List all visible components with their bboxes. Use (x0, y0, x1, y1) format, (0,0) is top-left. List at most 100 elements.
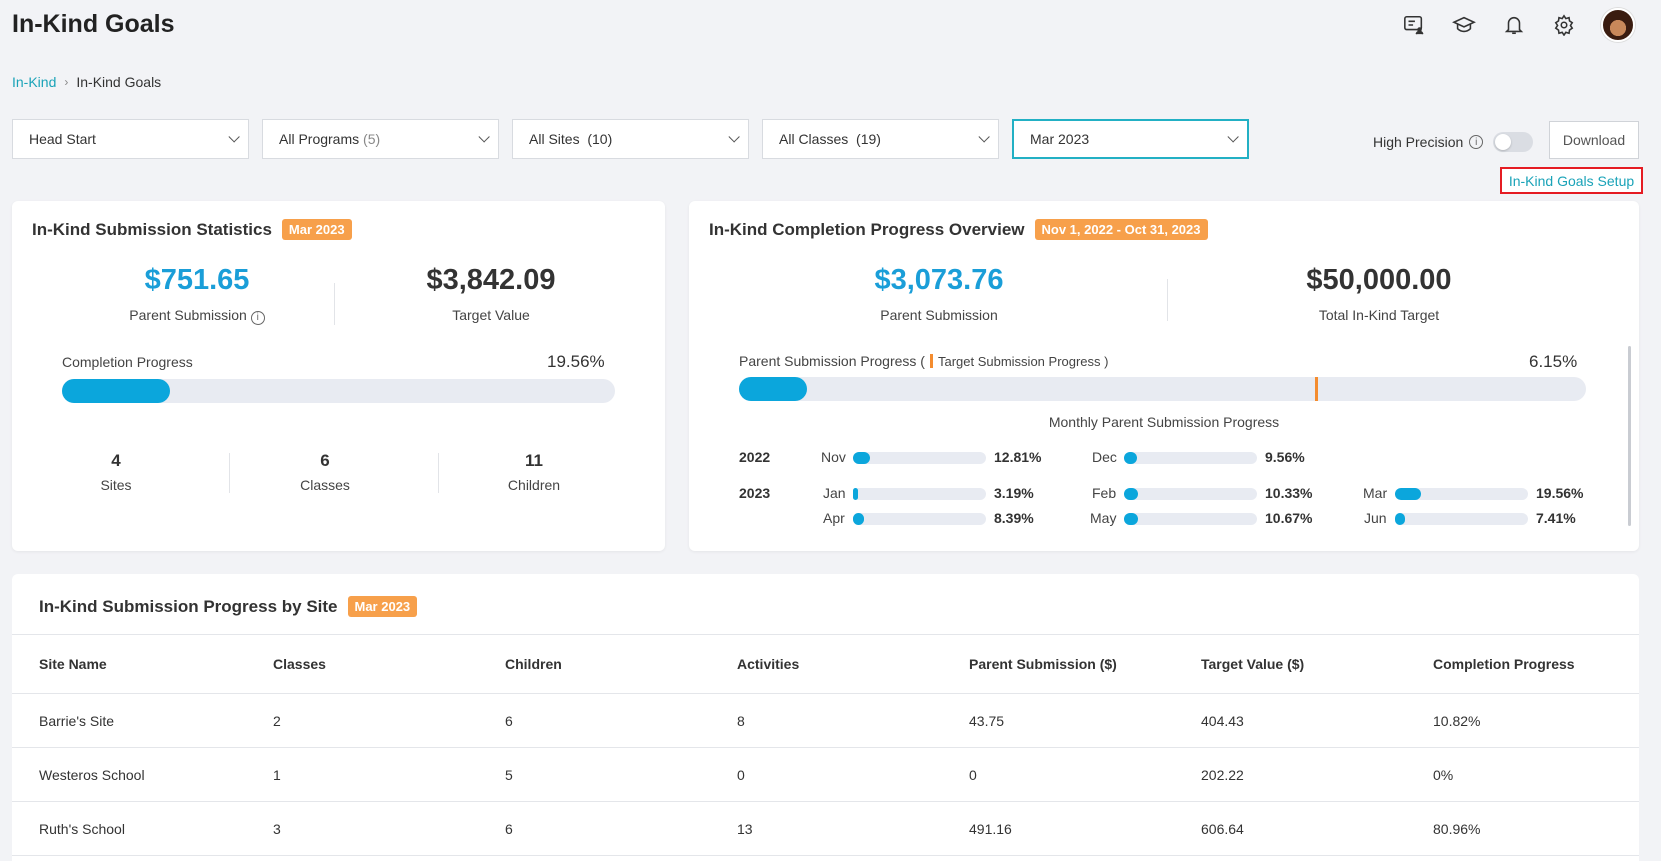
cell-completion-progress: 80.96% (1433, 820, 1481, 837)
month-mar-bar (1395, 488, 1528, 500)
stats-target-value: $3,842.09 (426, 264, 556, 296)
month-select-value: Mar 2023 (1030, 131, 1090, 147)
chevron-right-icon: › (64, 75, 69, 89)
overview-progress-bar (739, 377, 1586, 401)
table-row[interactable]: Ruth's School 3 6 13 491.16 606.64 80.96… (12, 802, 1639, 856)
classes-label: All Classes (779, 131, 849, 147)
month-may-bar (1124, 513, 1257, 525)
month-jan-bar (853, 488, 986, 500)
in-kind-goals-setup-link[interactable]: In-Kind Goals Setup (1500, 167, 1643, 194)
col-activities[interactable]: Activities (737, 656, 799, 672)
cell-classes: 2 (273, 712, 281, 729)
cell-classes: 3 (273, 820, 281, 837)
cell-completion-progress: 10.82% (1433, 712, 1481, 729)
month-nov-label: Nov (821, 449, 846, 465)
month-jun-fill (1395, 513, 1405, 525)
cell-target-value: 606.64 (1201, 820, 1244, 837)
col-site-name[interactable]: Site Name (39, 656, 107, 672)
overview-date-range-badge: Nov 1, 2022 - Oct 31, 2023 (1034, 219, 1208, 240)
table-header-row: Site Name Classes Children Activities Pa… (12, 634, 1639, 694)
sites-count: (10) (587, 131, 613, 147)
month-may-label: May (1090, 510, 1117, 526)
month-nov-fill (853, 452, 871, 464)
classes-count-value: 6 (320, 451, 330, 470)
cell-parent-submission: 491.16 (969, 820, 1012, 837)
col-target-value[interactable]: Target Value ($) (1201, 656, 1304, 672)
cell-parent-submission: 0 (969, 766, 977, 783)
col-children[interactable]: Children (505, 656, 562, 672)
month-dec-fill (1124, 452, 1137, 464)
overview-parent-submission-value: $3,073.76 (874, 264, 1004, 296)
target-progress-label: Target Submission Progress ) (937, 353, 1109, 369)
gear-icon[interactable] (1551, 12, 1577, 38)
month-may-fill (1124, 513, 1139, 525)
avatar[interactable] (1601, 8, 1635, 42)
month-mar-fill (1395, 488, 1421, 500)
breadcrumb: In-Kind › In-Kind Goals (12, 74, 161, 90)
info-icon[interactable]: i (1469, 135, 1484, 149)
cell-classes: 1 (273, 766, 281, 783)
month-feb-label: Feb (1092, 485, 1117, 501)
month-dec-bar (1124, 452, 1257, 464)
cell-completion-progress: 0% (1433, 766, 1454, 783)
stats-month-badge: Mar 2023 (281, 219, 352, 240)
month-select[interactable]: Mar 2023 (1012, 119, 1249, 159)
agency-select[interactable]: Head Start (12, 119, 249, 159)
overview-card-title-text: In-Kind Completion Progress Overview (709, 219, 1025, 239)
month-jan-fill (853, 488, 859, 500)
chevron-down-icon (978, 131, 990, 143)
stats-card-title: In-Kind Submission Statistics Mar 2023 (32, 219, 352, 240)
cell-activities: 8 (737, 712, 745, 729)
programs-select-value: All Programs (5) (279, 131, 380, 147)
cell-children: 6 (505, 820, 513, 837)
sites-select[interactable]: All Sites (10) (512, 119, 749, 159)
page-title: In-Kind Goals (12, 10, 175, 38)
agency-select-value: Head Start (29, 131, 96, 147)
parent-progress-legend: Parent Submission Progress ( Target Subm… (739, 353, 1108, 369)
cell-site-name: Ruth's School (39, 820, 125, 837)
programs-select[interactable]: All Programs (5) (262, 119, 499, 159)
bell-icon[interactable] (1501, 12, 1527, 38)
sites-select-value: All Sites (10) (529, 131, 612, 147)
completion-progress-bar (62, 379, 615, 403)
classes-select-value: All Classes (19) (779, 131, 881, 147)
col-completion-progress[interactable]: Completion Progress (1433, 656, 1575, 672)
graduation-cap-icon[interactable] (1451, 12, 1477, 38)
breadcrumb-in-kind-link[interactable]: In-Kind (12, 74, 56, 90)
chevron-down-icon (228, 131, 240, 143)
overview-card-title: In-Kind Completion Progress Overview Nov… (709, 219, 1208, 240)
monthly-scrollbar[interactable] (1628, 346, 1631, 526)
cell-children: 6 (505, 712, 513, 729)
cell-target-value: 202.22 (1201, 766, 1244, 783)
month-may-percent: 10.67% (1265, 510, 1313, 526)
site-progress-table-card: In-Kind Submission Progress by Site Mar … (12, 574, 1639, 861)
table-row[interactable]: Westeros School 1 5 0 0 202.22 0% (12, 748, 1639, 802)
high-precision-toggle[interactable] (1493, 132, 1534, 152)
high-precision-control: High Precision i (1373, 132, 1534, 152)
year-2023-label: 2023 (739, 485, 771, 501)
stats-card-title-text: In-Kind Submission Statistics (32, 219, 272, 239)
info-icon[interactable]: i (250, 310, 265, 325)
stats-parent-submission-value: $751.65 (144, 264, 250, 296)
divider (334, 283, 335, 325)
classes-select[interactable]: All Classes (19) (762, 119, 999, 159)
overview-progress-percent: 6.15% (1529, 352, 1578, 371)
month-feb-bar (1124, 488, 1257, 500)
programs-label: All Programs (279, 131, 360, 147)
download-button[interactable]: Download (1549, 121, 1639, 159)
stats-parent-submission-label: Parent Submission i (87, 307, 307, 325)
stats-parent-label-text: Parent Submission (129, 307, 247, 323)
monthly-progress-title: Monthly Parent Submission Progress (1048, 414, 1280, 430)
table-row[interactable]: Barrie's Site 2 6 8 43.75 404.43 10.82% (12, 694, 1639, 748)
programs-count: (5) (363, 131, 381, 147)
cell-site-name: Barrie's Site (39, 712, 115, 729)
col-parent-submission[interactable]: Parent Submission ($) (969, 656, 1117, 672)
divider (438, 453, 439, 493)
divider (229, 453, 230, 493)
month-apr-percent: 8.39% (994, 510, 1034, 526)
month-jan-label: Jan (823, 485, 846, 501)
site-table-title: In-Kind Submission Progress by Site Mar … (39, 596, 418, 617)
overview-parent-submission-label: Parent Submission (880, 307, 998, 323)
col-classes[interactable]: Classes (273, 656, 326, 672)
chat-person-icon[interactable] (1401, 12, 1427, 38)
